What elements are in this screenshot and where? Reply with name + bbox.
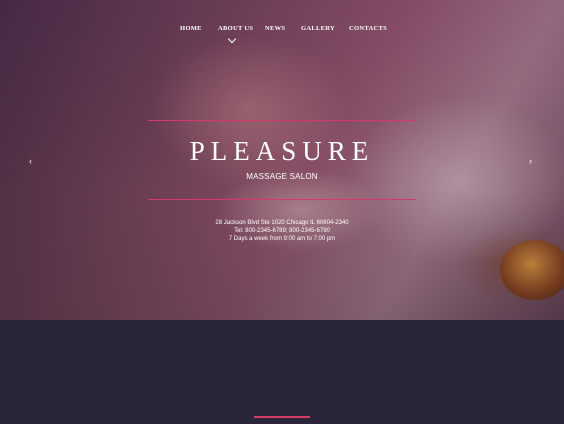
- nav-item-gallery[interactable]: GALLERY: [301, 25, 335, 32]
- nav-item-about-us[interactable]: ABOUT US: [218, 25, 253, 32]
- hero-subtitle: MASSAGE SALON: [246, 172, 318, 181]
- nav-item-news[interactable]: NEWS: [265, 25, 285, 32]
- address-text: 28 Jackson Blvd Ste 1020 Chicago IL 6060…: [215, 220, 349, 226]
- hero-title: PLEASURE: [189, 136, 375, 166]
- candle-image: [500, 240, 564, 300]
- dark-content-section: [0, 320, 564, 424]
- section-accent-bar: [254, 416, 310, 418]
- main-navigation: HOME ABOUT US NEWS GALLERY CONTACTS: [0, 25, 564, 45]
- phone-text: Tel: 800-2345-6789; 800-2345-6790: [234, 228, 330, 234]
- chevron-right-icon[interactable]: ›: [529, 156, 532, 166]
- hero-banner: HOME ABOUT US NEWS GALLERY CONTACTS PLEA…: [0, 0, 564, 320]
- nav-item-home[interactable]: HOME: [180, 25, 202, 32]
- divider-bottom: [148, 199, 416, 200]
- divider-top: [148, 120, 416, 121]
- chevron-left-icon[interactable]: ‹: [29, 156, 32, 166]
- hours-text: 7 Days a week from 9:00 am to 7:00 pm: [228, 236, 336, 242]
- nav-item-contacts[interactable]: CONTACTS: [349, 25, 387, 32]
